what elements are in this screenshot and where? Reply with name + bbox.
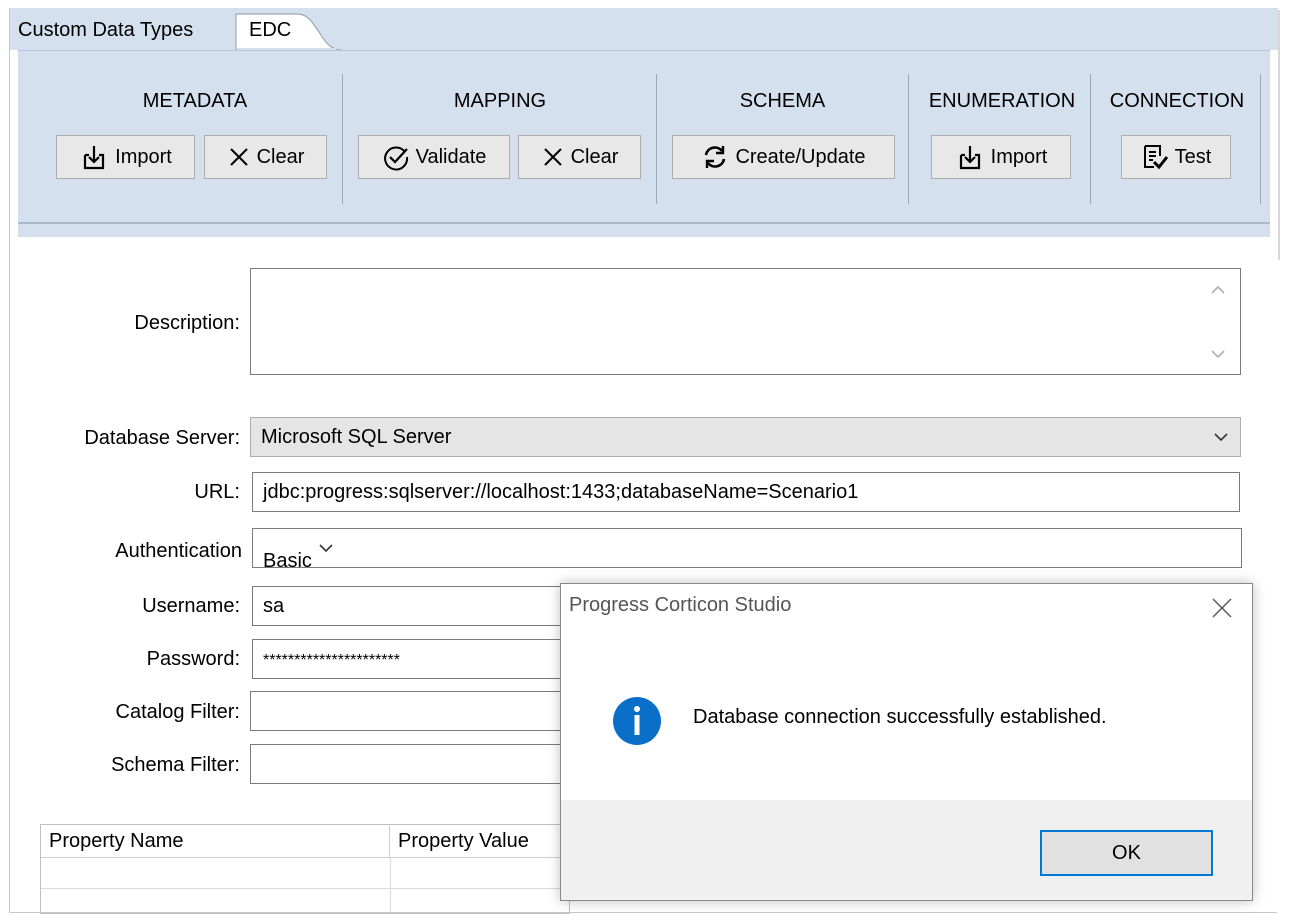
metadata-import-label: Import xyxy=(115,145,172,168)
group-title-metadata: METADATA xyxy=(142,90,248,112)
column-header-property-name-label: Property Name xyxy=(49,830,184,852)
authentication-value: Basic xyxy=(263,550,312,568)
mapping-clear-button[interactable]: Clear xyxy=(518,135,641,179)
dialog-message: Database connection successfully establi… xyxy=(693,706,1107,728)
panel-bottom-border xyxy=(9,912,1277,913)
close-icon[interactable] xyxy=(1207,593,1237,623)
ribbon-bottom-divider xyxy=(18,222,1270,224)
column-header-property-name[interactable]: Property Name xyxy=(41,824,390,858)
close-x-icon xyxy=(229,148,248,166)
chevron-down-icon xyxy=(319,544,334,553)
description-label: Description: xyxy=(134,312,240,334)
password-value: ********************** xyxy=(263,652,400,669)
table-row[interactable] xyxy=(41,888,569,889)
url-input[interactable]: jdbc:progress:sqlserver://localhost:1433… xyxy=(252,472,1240,512)
metadata-clear-label: Clear xyxy=(256,145,305,168)
mapping-clear-label: Clear xyxy=(570,145,619,168)
enumeration-import-button[interactable]: Import xyxy=(931,135,1071,179)
db-server-label: Database Server: xyxy=(84,427,240,449)
tab-edc[interactable]: EDC xyxy=(235,12,342,52)
enumeration-import-label: Import xyxy=(990,145,1048,168)
ribbon-separator xyxy=(342,74,343,204)
tab-strip xyxy=(10,8,1278,50)
tab-edc-label: EDC xyxy=(249,19,292,41)
tab-custom-data-types[interactable]: Custom Data Types xyxy=(12,12,199,48)
test-document-icon xyxy=(1143,145,1168,170)
db-server-select[interactable]: Microsoft SQL Server xyxy=(250,417,1241,457)
catalog-filter-label: Catalog Filter: xyxy=(115,701,241,723)
mapping-validate-button[interactable]: Validate xyxy=(358,135,510,179)
scroll-down-icon[interactable] xyxy=(1210,347,1226,361)
db-server-value: Microsoft SQL Server xyxy=(261,426,452,448)
username-label: Username: xyxy=(142,595,240,617)
info-icon xyxy=(613,697,661,745)
ok-button-label: OK xyxy=(1112,841,1141,864)
panel-right-edge xyxy=(1271,8,1277,912)
mapping-validate-label: Validate xyxy=(415,145,487,168)
url-value: jdbc:progress:sqlserver://localhost:1433… xyxy=(263,481,859,503)
metadata-clear-button[interactable]: Clear xyxy=(204,135,327,179)
close-x-icon xyxy=(543,148,562,166)
description-textarea[interactable] xyxy=(250,268,1241,375)
group-title-enumeration: ENUMERATION xyxy=(928,90,1076,112)
import-icon xyxy=(959,146,980,170)
schema-create-update-button[interactable]: Create/Update xyxy=(672,135,895,179)
group-title-schema: SCHEMA xyxy=(739,90,826,112)
validate-check-icon xyxy=(383,146,408,171)
ribbon-separator xyxy=(908,74,909,204)
username-input[interactable]: sa xyxy=(252,586,572,626)
refresh-icon xyxy=(705,146,726,168)
column-header-property-value-label: Property Value xyxy=(398,830,529,852)
panel-scrollbar-edge xyxy=(1278,10,1280,260)
schema-filter-label: Schema Filter: xyxy=(111,754,240,776)
schema-create-update-label: Create/Update xyxy=(735,145,866,168)
password-input[interactable]: ********************** xyxy=(252,639,572,679)
ok-button[interactable]: OK xyxy=(1040,830,1213,876)
table-column-divider xyxy=(390,858,391,913)
tab-custom-data-types-label: Custom Data Types xyxy=(18,19,194,41)
url-label: URL: xyxy=(194,481,240,503)
schema-filter-input[interactable] xyxy=(250,744,572,784)
password-label: Password: xyxy=(146,648,240,670)
dialog-title: Progress Corticon Studio xyxy=(569,594,792,616)
ribbon-separator xyxy=(1260,74,1261,204)
authentication-select[interactable]: Basic xyxy=(252,528,1242,568)
username-value: sa xyxy=(263,595,285,617)
chevron-down-icon xyxy=(1214,433,1228,442)
column-header-property-value[interactable]: Property Value xyxy=(390,824,569,858)
import-icon xyxy=(84,146,105,170)
catalog-filter-input[interactable] xyxy=(250,691,572,731)
scroll-up-icon[interactable] xyxy=(1210,283,1226,297)
ribbon-separator xyxy=(1090,74,1091,204)
authentication-label: Authentication xyxy=(115,540,242,562)
group-title-connection: CONNECTION xyxy=(1109,90,1245,112)
group-title-mapping: MAPPING xyxy=(453,90,547,112)
metadata-import-button[interactable]: Import xyxy=(56,135,195,179)
connection-test-button[interactable]: Test xyxy=(1121,135,1231,179)
connection-test-label: Test xyxy=(1174,145,1212,168)
ribbon-separator xyxy=(656,74,657,204)
